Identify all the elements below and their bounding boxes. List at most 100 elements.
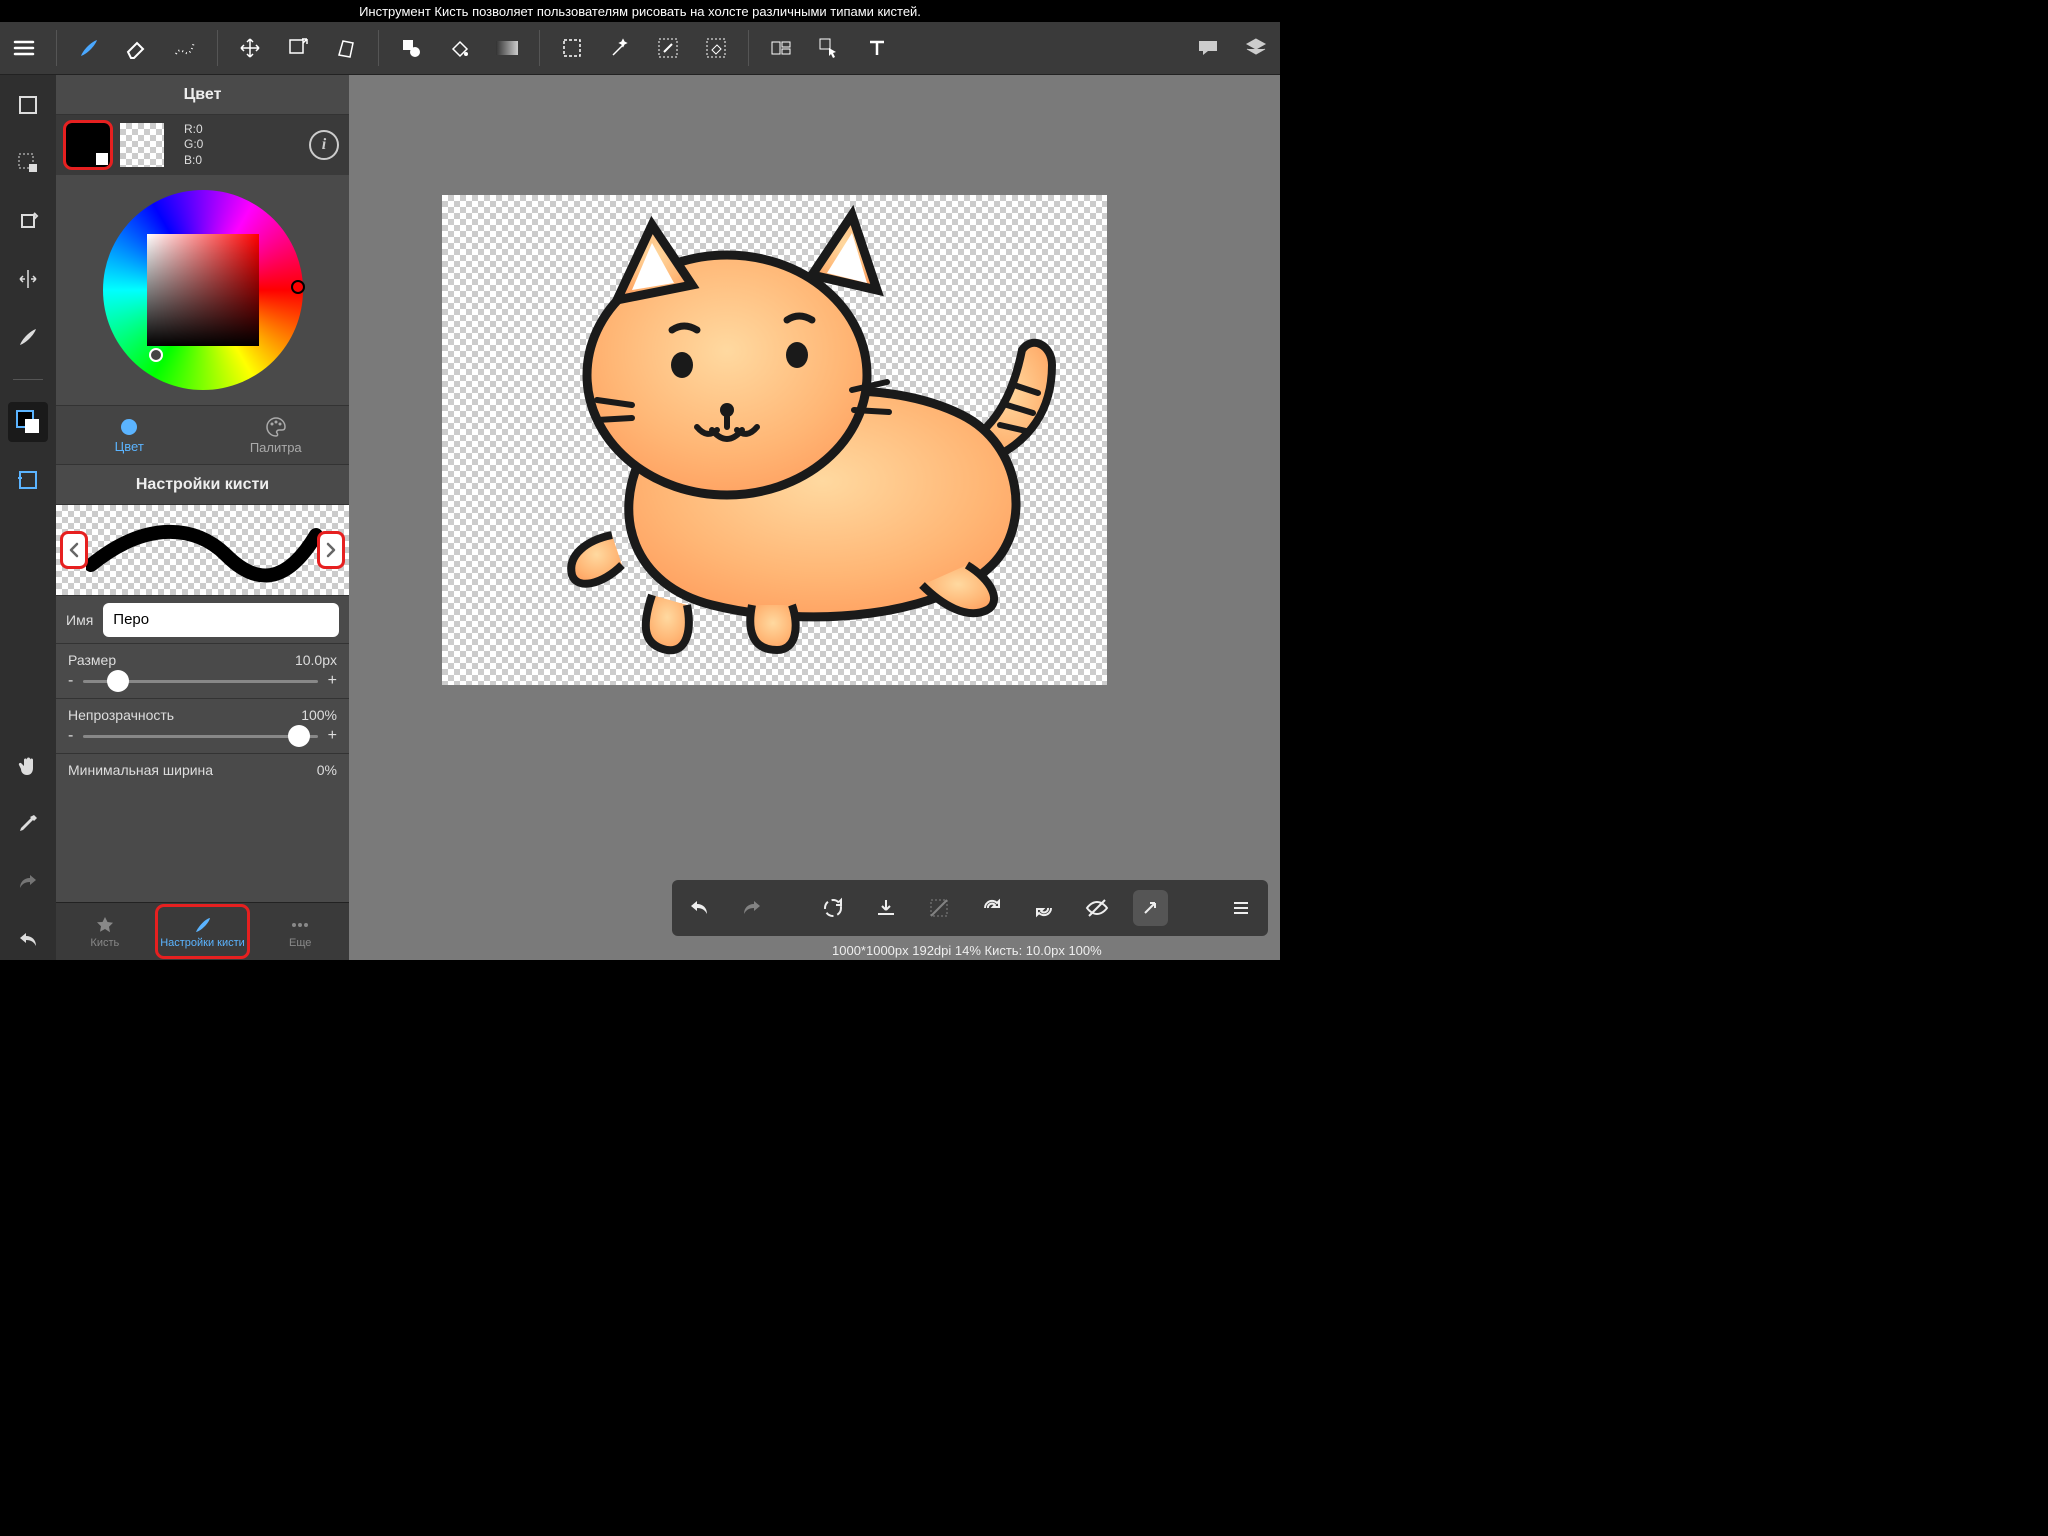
- pointer-tool-button[interactable]: [807, 26, 851, 70]
- color-tab[interactable]: Цвет: [56, 406, 203, 464]
- brush-icon: [193, 915, 213, 935]
- size-slider-row: Размер 10.0px - +: [56, 643, 349, 698]
- canvas[interactable]: [442, 195, 1107, 685]
- opacity-increase-button[interactable]: +: [328, 727, 337, 745]
- color-panel-header: Цвет: [56, 75, 349, 115]
- left-tool-rail: [0, 75, 56, 960]
- separator: [56, 30, 57, 66]
- brush-settings-tab[interactable]: Настройки кисти: [154, 903, 252, 960]
- brush-stroke-preview[interactable]: [56, 505, 349, 595]
- foreground-swatch[interactable]: [66, 123, 110, 167]
- separator: [539, 30, 540, 66]
- rotate-icon[interactable]: [8, 201, 48, 241]
- info-icon[interactable]: i: [309, 130, 339, 160]
- frame-tool-button[interactable]: [759, 26, 803, 70]
- redo-icon[interactable]: [8, 862, 48, 902]
- opacity-decrease-button[interactable]: -: [68, 727, 73, 745]
- transform-tool-button[interactable]: [276, 26, 320, 70]
- separator: [748, 30, 749, 66]
- size-slider[interactable]: [83, 680, 317, 683]
- shape-tool-button[interactable]: [389, 26, 433, 70]
- gradient-tool-button[interactable]: [485, 26, 529, 70]
- color-wheel[interactable]: [103, 190, 303, 390]
- tooltip-text: Инструмент Кисть позволяет пользователям…: [359, 4, 921, 19]
- g-value: G:0: [184, 137, 203, 153]
- undo-icon[interactable]: [8, 920, 48, 960]
- min-width-label: Минимальная ширина: [68, 762, 213, 778]
- saturation-value-box[interactable]: [147, 234, 259, 346]
- pen-icon[interactable]: [8, 317, 48, 357]
- visibility-button[interactable]: [1080, 890, 1115, 926]
- redo-button[interactable]: [735, 890, 770, 926]
- crop-icon[interactable]: [8, 85, 48, 125]
- distort-tool-button[interactable]: [324, 26, 368, 70]
- rotate-view-button[interactable]: [815, 890, 850, 926]
- size-value: 10.0px: [295, 652, 337, 668]
- reference-icon[interactable]: [8, 460, 48, 500]
- brush-tool-button[interactable]: [67, 26, 111, 70]
- selection-add-icon[interactable]: [8, 143, 48, 183]
- sv-cursor[interactable]: [149, 348, 163, 362]
- deselect-button[interactable]: [921, 890, 956, 926]
- color-swatch-icon[interactable]: [8, 402, 48, 442]
- eraser-tool-button[interactable]: [115, 26, 159, 70]
- opacity-slider[interactable]: [83, 735, 317, 738]
- color-panel-title: Цвет: [184, 86, 222, 104]
- circle-icon: [119, 417, 139, 437]
- color-wheel-area[interactable]: [56, 175, 349, 405]
- dots-icon: [290, 915, 310, 935]
- undo-button[interactable]: [682, 890, 717, 926]
- tooltip-bar: Инструмент Кисть позволяет пользователям…: [0, 0, 1280, 22]
- more-tab-label: Еще: [289, 937, 311, 949]
- prev-brush-button[interactable]: [60, 531, 88, 569]
- color-tab-label: Цвет: [115, 439, 144, 454]
- chevron-left-icon: [67, 541, 81, 559]
- bucket-tool-button[interactable]: [437, 26, 481, 70]
- size-decrease-button[interactable]: -: [68, 672, 73, 690]
- background-swatch[interactable]: [120, 123, 164, 167]
- hue-cursor[interactable]: [291, 280, 305, 294]
- status-text: 1000*1000px 192dpi 14% Кисть: 10.0px 100…: [832, 943, 1102, 958]
- swatch-row: R:0 G:0 B:0 i: [56, 115, 349, 175]
- brush-stroke-icon: [86, 515, 322, 585]
- magic-wand-button[interactable]: [598, 26, 642, 70]
- text-tool-button[interactable]: [855, 26, 899, 70]
- more-tab[interactable]: Еще: [251, 903, 349, 960]
- next-brush-button[interactable]: [317, 531, 345, 569]
- chat-button[interactable]: [1186, 26, 1230, 70]
- brush-name-label: Имя: [66, 612, 93, 628]
- min-width-value: 0%: [317, 762, 337, 778]
- move-tool-button[interactable]: [228, 26, 272, 70]
- layers-button[interactable]: [1234, 26, 1278, 70]
- min-width-slider-row: Минимальная ширина 0%: [56, 753, 349, 784]
- flip-horizontal-icon[interactable]: [8, 259, 48, 299]
- selection-brush-button[interactable]: [646, 26, 690, 70]
- hand-tool-icon[interactable]: [8, 746, 48, 786]
- rotate-cw-button[interactable]: [1027, 890, 1062, 926]
- palette-icon: [265, 416, 287, 438]
- brush-name-row: Имя: [56, 595, 349, 643]
- size-increase-button[interactable]: +: [328, 672, 337, 690]
- palette-tab[interactable]: Палитра: [203, 406, 350, 464]
- save-button[interactable]: [868, 890, 903, 926]
- selection-rect-button[interactable]: [550, 26, 594, 70]
- separator: [378, 30, 379, 66]
- brush-library-tab[interactable]: Кисть: [56, 903, 154, 960]
- canvas-area[interactable]: 1000*1000px 192dpi 14% Кисть: 10.0px 100…: [352, 75, 1280, 960]
- fullscreen-button[interactable]: [1133, 890, 1168, 926]
- selection-eraser-button[interactable]: [694, 26, 738, 70]
- refresh-button[interactable]: [974, 890, 1009, 926]
- brush-name-input[interactable]: [103, 603, 339, 637]
- top-toolbar: [0, 22, 1280, 75]
- dotted-tool-button[interactable]: [163, 26, 207, 70]
- more-menu-button[interactable]: [1223, 890, 1258, 926]
- eyedropper-icon[interactable]: [8, 804, 48, 844]
- separator: [217, 30, 218, 66]
- menu-button[interactable]: [2, 26, 46, 70]
- properties-panel: Цвет R:0 G:0 B:0 i: [56, 75, 352, 960]
- rgb-readout: R:0 G:0 B:0: [184, 122, 203, 169]
- canvas-artwork: [502, 205, 1082, 675]
- b-value: B:0: [184, 153, 203, 169]
- size-label: Размер: [68, 652, 116, 668]
- opacity-label: Непрозрачность: [68, 707, 174, 723]
